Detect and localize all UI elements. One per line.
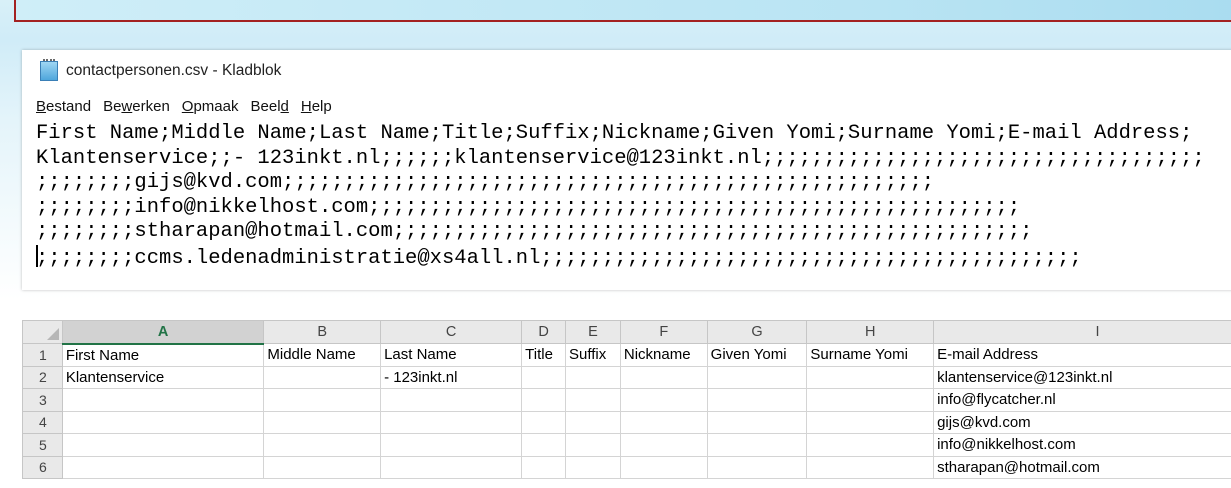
menu-opmaak[interactable]: Opmaak (182, 98, 239, 115)
cell-c6[interactable] (380, 455, 523, 479)
column-header-c[interactable]: C (380, 320, 523, 344)
cell-d1[interactable]: Title (521, 343, 567, 367)
cell-c1[interactable]: Last Name (380, 343, 523, 367)
cell-d2[interactable] (521, 365, 567, 389)
column-header-b[interactable]: B (263, 320, 382, 344)
cell-c3[interactable] (380, 388, 523, 412)
cell-h6[interactable] (806, 455, 935, 479)
menu-help[interactable]: Help (301, 98, 332, 115)
column-header-a[interactable]: A (61, 320, 265, 345)
cell-f2[interactable] (619, 365, 708, 389)
column-header-h[interactable]: H (806, 320, 935, 344)
cell-c2[interactable]: - 123inkt.nl (380, 365, 523, 389)
row-header[interactable]: 4 (22, 410, 63, 434)
table-row: 2 Klantenservice - 123inkt.nl klantenservic… (22, 365, 1231, 389)
spreadsheet: ABCDEFGHI 1 First Name Middle Name Last Nam… (22, 320, 1231, 488)
cell-a1[interactable]: First Name (61, 343, 265, 367)
cell-g2[interactable] (706, 365, 808, 389)
cell-b1[interactable]: Middle Name (263, 343, 382, 367)
table-row: 4 gijs@kvd.com (22, 410, 1231, 434)
column-header-i[interactable]: I (933, 320, 1231, 344)
table-row: 6 stharapan@hotmail.com (22, 455, 1231, 479)
spreadsheet-grid: ABCDEFGHI 1 First Name Middle Name Last Nam… (22, 320, 1231, 479)
cell-h5[interactable] (806, 433, 935, 457)
cell-c5[interactable] (380, 433, 523, 457)
cell-h4[interactable] (806, 410, 935, 434)
cell-e2[interactable] (565, 365, 621, 389)
cell-i2[interactable]: klantenservice@123inkt.nl (933, 365, 1231, 389)
cell-d3[interactable] (521, 388, 567, 412)
column-header-d[interactable]: D (521, 320, 567, 344)
column-header-f[interactable]: F (619, 320, 708, 344)
cell-a2[interactable]: Klantenservice (61, 365, 265, 389)
cell-e1[interactable]: Suffix (565, 343, 621, 367)
cell-g4[interactable] (706, 410, 808, 434)
cell-d5[interactable] (521, 433, 567, 457)
text-caret (36, 244, 38, 267)
row-header[interactable]: 6 (22, 455, 63, 479)
menu-bar: Bestand Bewerken Opmaak Beeld Help (22, 92, 1231, 120)
text-line: First Name;Middle Name;Last Name;Title;S… (36, 122, 1193, 145)
window-title: contactpersonen.csv - Kladblok (66, 62, 282, 79)
table-row: 1 First Name Middle Name Last Name Title Suff… (22, 343, 1231, 367)
cell-b6[interactable] (263, 455, 382, 479)
cell-b5[interactable] (263, 433, 382, 457)
cell-c4[interactable] (380, 410, 523, 434)
cell-h1[interactable]: Surname Yomi (806, 343, 935, 367)
cell-a6[interactable] (61, 455, 265, 479)
menu-bewerken[interactable]: Bewerken (103, 98, 170, 115)
cell-a5[interactable] (61, 433, 265, 457)
cell-i6[interactable]: stharapan@hotmail.com (933, 455, 1231, 479)
column-header-g[interactable]: G (706, 320, 808, 344)
menu-bestand[interactable]: Bestand (36, 98, 91, 115)
text-line: ;;;;;;;;stharapan@hotmail.com;;;;;;;;;;;… (36, 220, 1033, 243)
cell-e5[interactable] (565, 433, 621, 457)
cell-f6[interactable] (619, 455, 708, 479)
cell-g3[interactable] (706, 388, 808, 412)
cell-d6[interactable] (521, 455, 567, 479)
cell-i5[interactable]: info@nikkelhost.com (933, 433, 1231, 457)
text-editor[interactable]: First Name;Middle Name;Last Name;Title;S… (22, 120, 1231, 270)
cell-e3[interactable] (565, 388, 621, 412)
text-line: ;;;;;;;;info@nikkelhost.com;;;;;;;;;;;;;… (36, 195, 1021, 219)
cell-g5[interactable] (706, 433, 808, 457)
table-row: 3 info@flycatcher.nl (22, 388, 1231, 412)
cell-a4[interactable] (61, 410, 265, 434)
select-all-corner[interactable] (22, 320, 63, 344)
cell-h3[interactable] (806, 388, 935, 412)
text-line: ;;;;;;;;gijs@kvd.com;;;;;;;;;;;;;;;;;;;;… (36, 171, 935, 194)
cell-i3[interactable]: info@flycatcher.nl (933, 388, 1231, 412)
cell-i4[interactable]: gijs@kvd.com (933, 410, 1231, 434)
column-header-e[interactable]: E (565, 320, 621, 344)
cell-b4[interactable] (263, 410, 382, 434)
cell-g6[interactable] (706, 455, 808, 479)
cell-b3[interactable] (263, 388, 382, 412)
cell-g1[interactable]: Given Yomi (706, 343, 808, 367)
top-banner (14, 0, 1231, 22)
table-row: 5 info@nikkelhost.com (22, 433, 1231, 457)
row-header[interactable]: 1 (22, 343, 63, 367)
cell-h2[interactable] (806, 365, 935, 389)
cell-f3[interactable] (619, 388, 708, 412)
notepad-icon (40, 59, 58, 81)
row-header[interactable]: 2 (22, 365, 63, 389)
notepad-window: contactpersonen.csv - Kladblok Bestand Be… (22, 50, 1231, 290)
row-header[interactable]: 3 (22, 388, 63, 412)
cell-i1[interactable]: E-mail Address (933, 343, 1231, 367)
cell-a3[interactable] (61, 388, 265, 412)
cell-e6[interactable] (565, 455, 621, 479)
cell-f1[interactable]: Nickname (619, 343, 708, 367)
cell-b2[interactable] (263, 365, 382, 389)
cell-e4[interactable] (565, 410, 621, 434)
text-line: Klantenservice;;- 123inkt.nl;;;;;;klante… (36, 146, 1205, 170)
cell-f5[interactable] (619, 433, 708, 457)
notepad-titlebar: contactpersonen.csv - Kladblok (22, 50, 1231, 92)
text-line: ;;;;;;;;ccms.ledenadministratie@xs4all.n… (36, 244, 1082, 270)
menu-beeld[interactable]: Beeld (251, 98, 289, 115)
cell-f4[interactable] (619, 410, 708, 434)
column-header-row: ABCDEFGHI (22, 320, 1231, 345)
cell-d4[interactable] (521, 410, 567, 434)
row-header[interactable]: 5 (22, 433, 63, 457)
